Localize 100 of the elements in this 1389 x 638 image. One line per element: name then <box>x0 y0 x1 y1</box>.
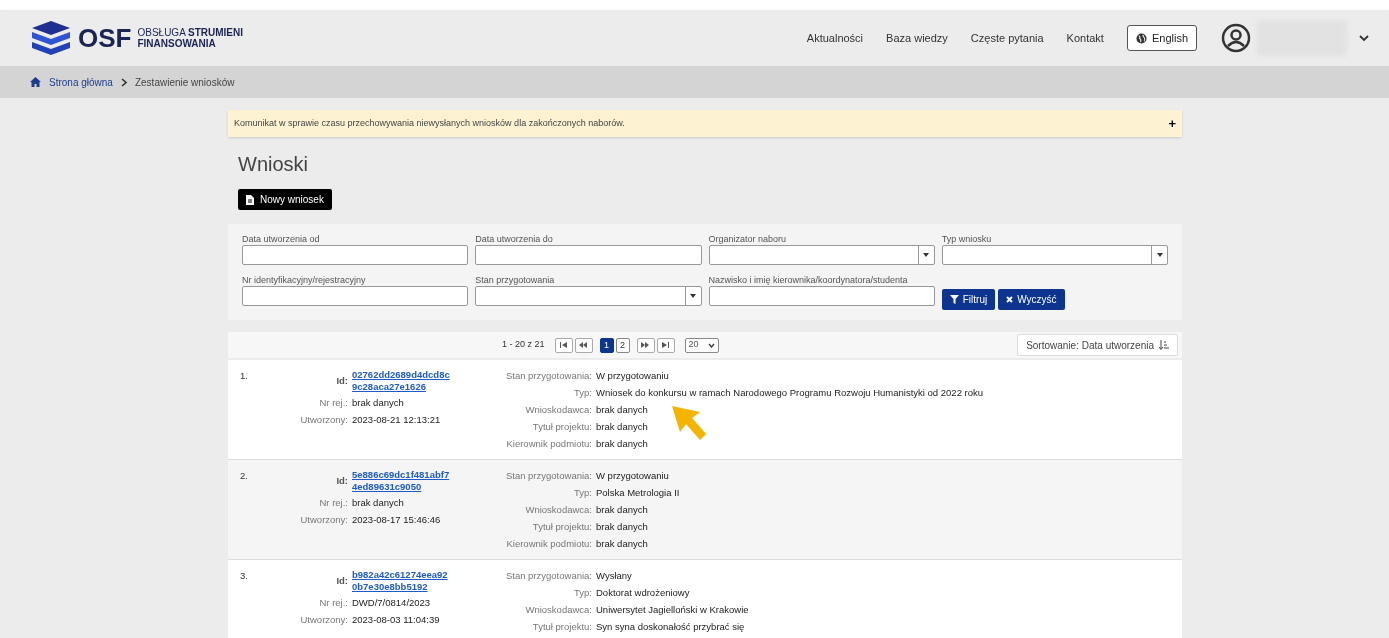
chevron-down-icon[interactable] <box>1359 34 1369 42</box>
next-page-arrows-icon <box>641 342 651 348</box>
logo-text: OSF <box>78 21 132 55</box>
field-label: Wnioskodawca: <box>524 503 592 516</box>
previous-page-button[interactable] <box>574 337 593 353</box>
clear-button[interactable]: Wyczyść <box>998 289 1065 310</box>
dropdown-caret-icon <box>923 253 930 257</box>
field-value: Polska Metrologia II <box>596 486 680 499</box>
first-page-arrows-icon <box>559 342 569 348</box>
filter-icon <box>949 295 959 304</box>
field-value: brak danych <box>596 503 649 516</box>
field-label: Wnioskodawca: <box>524 603 592 616</box>
field-label: Nazwisko i imię kierownika/koordynatora/studenta <box>708 275 909 286</box>
row-number: 1. <box>239 369 249 383</box>
select-field[interactable] <box>708 245 935 265</box>
field-label: Utworzony: <box>299 413 348 428</box>
field-label: Id: <box>335 373 348 388</box>
field-label: Nr rej.: <box>318 596 348 610</box>
field-label: Nr rej.: <box>318 396 348 410</box>
breadcrumb-link[interactable]: Strona główna <box>49 74 113 90</box>
first-page-button[interactable] <box>554 337 573 353</box>
input-field[interactable] <box>242 286 469 306</box>
next-page-button[interactable] <box>636 337 655 353</box>
filter-button[interactable]: Filtruj <box>941 289 996 310</box>
field-label: Organizator naboru <box>708 234 788 245</box>
field-value: DWD/7/0814/2023 <box>352 596 432 610</box>
field-label: Tytuł projektu: <box>531 420 592 433</box>
new-application-button[interactable]: Nowy wniosek <box>238 189 332 210</box>
field-label: Data utworzenia do <box>475 234 554 245</box>
field-value: 2023-08-17 15:46:46 <box>352 513 442 528</box>
field-label: Data utworzenia od <box>242 234 321 245</box>
field-label: Stan przygotowania <box>475 275 556 286</box>
field-value: brak danych <box>352 496 405 510</box>
page-size-select[interactable]: 20 <box>684 337 719 353</box>
last-page-button[interactable] <box>656 337 675 353</box>
page-button[interactable]: 1 <box>599 337 614 353</box>
field-label: Stan przygotowania: <box>504 369 592 382</box>
application-row[interactable] <box>228 360 1182 460</box>
home-icon <box>30 77 41 87</box>
field-label: Wnioskodawca: <box>524 403 592 416</box>
field-value: Wysłany <box>596 569 633 582</box>
select-field[interactable] <box>475 286 702 306</box>
field-value: W przygotowaniu <box>596 469 670 482</box>
page-button[interactable]: 2 <box>615 337 630 353</box>
field-value: 2023-08-03 11:04:39 <box>352 613 441 628</box>
input-field[interactable] <box>475 245 702 265</box>
field-value: Uniwersytet Jagielloński w Krakowie <box>596 603 749 616</box>
field-value: brak danych <box>596 420 649 433</box>
dropdown-caret-icon <box>1156 253 1163 257</box>
globe-icon <box>1135 32 1147 44</box>
field-label: Tytuł projektu: <box>531 620 592 633</box>
logo-subtitle: FINANSOWANIA <box>137 38 217 49</box>
user-avatar-icon[interactable] <box>1221 23 1251 53</box>
select-field[interactable] <box>941 245 1168 265</box>
last-page-arrows-icon <box>661 342 671 348</box>
field-label: Utworzony: <box>299 513 348 528</box>
logo-subtitle: OBSŁUGA STRUMIENI <box>137 27 244 38</box>
input-field[interactable] <box>242 245 469 265</box>
application-row[interactable] <box>228 460 1182 560</box>
field-label: Typ: <box>573 386 592 399</box>
nav-link[interactable]: Aktualności <box>806 29 864 47</box>
field-label: Tytuł projektu: <box>531 520 592 533</box>
field-value: W przygotowaniu <box>596 369 670 382</box>
input-field[interactable] <box>708 286 935 306</box>
field-value: 2023-08-21 12:13:21 <box>352 413 442 428</box>
field-value: brak danych <box>596 537 649 550</box>
previous-page-arrows-icon <box>579 342 589 348</box>
sort-button[interactable]: Sortowanie: Data utworzenia <box>1017 334 1178 356</box>
field-label: Id: <box>335 573 348 588</box>
field-value: brak danych <box>352 396 405 410</box>
field-value: brak danych <box>596 403 649 416</box>
expand-button[interactable]: + <box>1168 117 1176 130</box>
field-value: brak danych <box>596 520 649 533</box>
nav-link[interactable]: Baza wiedzy <box>886 29 948 47</box>
field-value: Wniosek do konkursu w ramach Narodowego Programu Rozwoju Humanistyki od 2022 roku <box>596 386 984 399</box>
field-label: Nr rej.: <box>318 496 348 510</box>
field-label: Typ wniosku <box>941 234 993 245</box>
field-label: Utworzony: <box>299 613 348 628</box>
field-value: Syn syna doskonałość przybrać się <box>596 620 746 633</box>
row-number: 3. <box>239 569 249 583</box>
application-id-link[interactable]: b982a42c61274eea92 0b7e30e8bb5192 <box>352 569 459 593</box>
pointer-arrow-icon <box>670 404 708 442</box>
chevron-down-icon <box>707 342 715 348</box>
sort-icon <box>1159 340 1169 350</box>
field-label: Stan przygotowania: <box>504 469 592 482</box>
nav-link[interactable]: Częste pytania <box>970 29 1044 47</box>
language-button[interactable]: English <box>1126 25 1197 51</box>
field-label: Kierownik podmiotu: <box>505 437 592 450</box>
application-id-link[interactable]: 02762dd2689d4dcd8c 9c28aca27e1626 <box>352 369 459 393</box>
field-value: brak danych <box>596 437 649 450</box>
logo-icon <box>30 20 72 56</box>
nav-link[interactable]: Kontakt <box>1066 29 1104 47</box>
field-label: Kierownik podmiotu: <box>505 537 592 550</box>
application-id-link[interactable]: 5e886c69dc1f481abf7 4ed89631c9050 <box>352 469 459 493</box>
field-label: Typ: <box>573 586 592 599</box>
result-range: 1 - 20 z 21 <box>502 338 545 352</box>
field-label: Nr identyfikacyjny/rejestracyjny <box>242 275 367 286</box>
row-number: 2. <box>239 469 249 483</box>
page-title: Wnioski <box>238 152 309 177</box>
application-row[interactable] <box>228 560 1182 638</box>
